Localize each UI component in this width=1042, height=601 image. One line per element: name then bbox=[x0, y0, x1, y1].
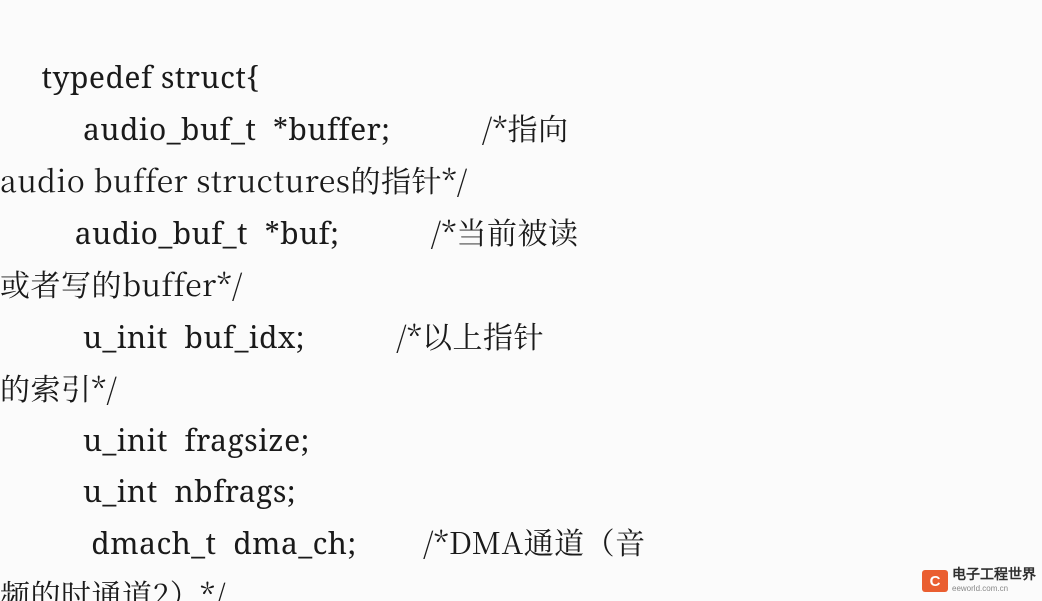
site-watermark: C 电子工程世界 eeworld.com.cn bbox=[922, 569, 1036, 593]
code-line-10-code: dmach_t dma_ch; bbox=[0, 522, 357, 563]
code-line-8: u_init fragsize; bbox=[0, 419, 310, 460]
code-line-5: 或者写的buffer*/ bbox=[0, 261, 243, 305]
code-line-1: typedef struct{ bbox=[0, 56, 260, 97]
code-line-4-comment: /*当前被读 bbox=[431, 209, 579, 253]
code-line-2-code: audio_buf_t *buffer; bbox=[0, 108, 390, 149]
code-line-6-comment: /*以上指针 bbox=[396, 313, 544, 357]
watermark-title: 电子工程世界 bbox=[952, 569, 1036, 583]
code-line-3: audio buffer structures的指针*/ bbox=[0, 157, 468, 201]
code-line-11: 频的时通道2）*/ bbox=[0, 571, 226, 601]
code-line-2-comment: /*指向 bbox=[482, 105, 569, 149]
watermark-sub: eeworld.com.cn bbox=[952, 585, 1036, 593]
code-line-9: u_int nbfrags; bbox=[0, 470, 296, 511]
code-line-6-code: u_init buf_idx; bbox=[0, 316, 305, 357]
code-line-7: 的索引*/ bbox=[0, 365, 117, 409]
watermark-text: 电子工程世界 eeworld.com.cn bbox=[952, 569, 1036, 593]
watermark-logo-icon: C bbox=[922, 570, 948, 592]
code-block: typedef struct{ audio_buf_t *buffer; /*指… bbox=[0, 0, 1042, 601]
code-line-4-code: audio_buf_t *buf; bbox=[0, 212, 339, 253]
code-line-10-comment: /*DMA通道（音 bbox=[423, 519, 646, 563]
watermark-logo-letter: C bbox=[930, 573, 941, 590]
